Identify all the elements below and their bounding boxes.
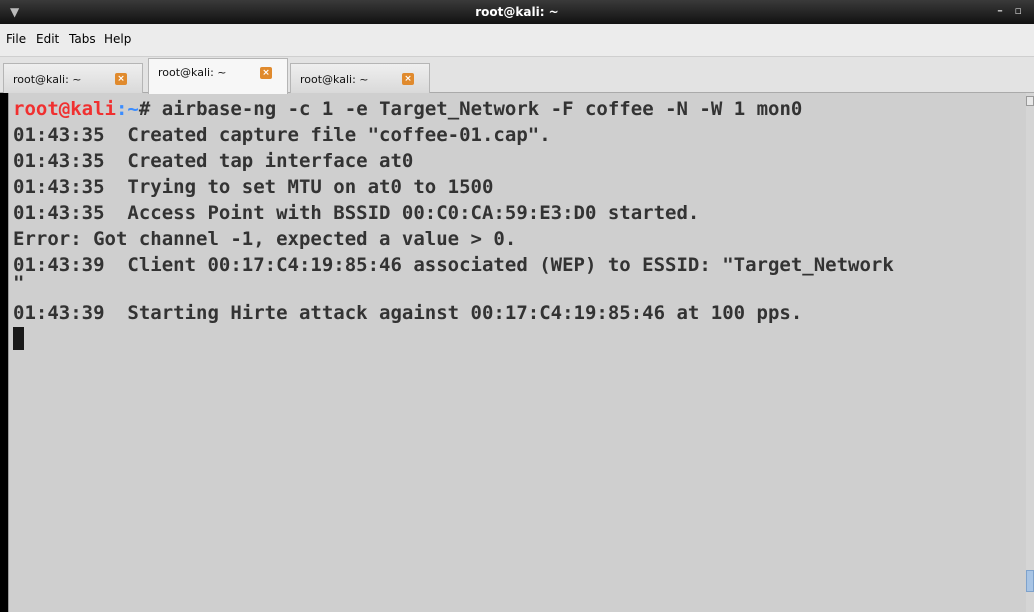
scrollbar-thumb[interactable]: [1026, 570, 1034, 592]
window-controls[interactable]: – ▫: [997, 4, 1026, 17]
window-title: root@kali: ~: [475, 5, 559, 19]
tab-3[interactable]: root@kali: ~ ×: [290, 63, 430, 93]
tab-close-icon[interactable]: ×: [115, 73, 127, 85]
output-line: 01:43:35 Trying to set MTU on at0 to 150…: [13, 176, 494, 198]
tab-label: root@kali: ~: [158, 66, 227, 79]
output-line: 01:43:35 Created capture file "coffee-01…: [13, 124, 551, 146]
tab-label: root@kali: ~: [13, 73, 82, 86]
terminal-output[interactable]: root@kali:~# airbase-ng -c 1 -e Target_N…: [8, 93, 1034, 612]
tab-label: root@kali: ~: [300, 73, 369, 86]
output-line: 01:43:39 Starting Hirte attack against 0…: [13, 302, 803, 324]
prompt-user: root@kali: [13, 98, 116, 120]
prompt-symbol: #: [138, 98, 151, 120]
menu-tabs[interactable]: Tabs: [67, 32, 98, 46]
tab-1[interactable]: root@kali: ~ ×: [3, 63, 143, 93]
scrollbar[interactable]: [1026, 93, 1034, 612]
command-line: root@kali:~# airbase-ng -c 1 -e Target_N…: [13, 96, 802, 122]
menu-edit[interactable]: Edit: [34, 32, 61, 46]
prompt-separator: :: [115, 98, 128, 120]
menu-help[interactable]: Help: [102, 32, 133, 46]
output-line: ": [13, 272, 25, 294]
tab-bar: root@kali: ~ × root@kali: ~ × root@kali:…: [0, 57, 1034, 94]
output-line: 01:43:35 Access Point with BSSID 00:C0:C…: [13, 202, 700, 224]
output-line: 01:43:35 Created tap interface at0: [13, 150, 414, 172]
output-line: Error: Got channel -1, expected a value …: [13, 228, 517, 250]
scroll-up-arrow-icon[interactable]: [1026, 96, 1034, 106]
window-titlebar[interactable]: ▼ root@kali: ~ – ▫: [0, 0, 1034, 24]
tab-close-icon[interactable]: ×: [260, 67, 272, 79]
prompt-path: ~: [127, 98, 139, 120]
tab-2[interactable]: root@kali: ~ ×: [148, 58, 288, 94]
output-line: 01:43:39 Client 00:17:C4:19:85:46 associ…: [13, 254, 894, 276]
text-cursor: [13, 327, 24, 350]
tab-close-icon[interactable]: ×: [402, 73, 414, 85]
command-text: airbase-ng -c 1 -e Target_Network -F cof…: [150, 98, 803, 120]
menu-file[interactable]: File: [4, 32, 28, 46]
menu-bar: File Edit Tabs Help: [0, 24, 1034, 57]
